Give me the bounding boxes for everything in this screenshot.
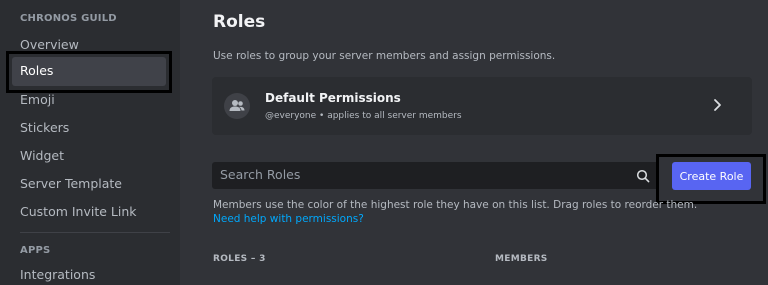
sidebar-item-integrations[interactable]: Integrations: [20, 267, 95, 282]
roles-annotation-box: [6, 51, 172, 93]
search-roles-input[interactable]: Search Roles: [212, 162, 659, 189]
guild-name-header: CHRONOS GUILD: [20, 13, 117, 24]
search-icon[interactable]: [636, 168, 650, 183]
members-icon: [224, 93, 250, 119]
apps-section-header: APPS: [20, 245, 51, 256]
members-column-header: MEMBERS: [495, 254, 548, 264]
sidebar-item-overview[interactable]: Overview: [20, 37, 79, 52]
help-permissions-link[interactable]: Need help with permissions?: [213, 213, 364, 225]
sidebar-item-emoji[interactable]: Emoji: [20, 92, 55, 107]
default-permissions-subtitle: @everyone • applies to all server member…: [265, 111, 462, 121]
roles-settings-panel: Roles Use roles to group your server mem…: [180, 0, 768, 285]
search-placeholder: Search Roles: [220, 167, 301, 182]
page-subtitle: Use roles to group your server members a…: [213, 50, 556, 62]
sidebar-item-custom-invite-link[interactable]: Custom Invite Link: [20, 204, 137, 219]
sidebar-divider: [20, 232, 170, 233]
page-title: Roles: [213, 12, 266, 32]
sidebar-item-widget[interactable]: Widget: [20, 148, 64, 163]
create-role-button[interactable]: Create Role: [672, 162, 751, 190]
default-permissions-title: Default Permissions: [265, 91, 401, 105]
roles-column-header: ROLES – 3: [213, 254, 266, 264]
default-permissions-card[interactable]: Default Permissions @everyone • applies …: [212, 77, 752, 135]
settings-sidebar: CHRONOS GUILD Overview Roles Emoji Stick…: [0, 0, 180, 285]
help-text-body: Members use the color of the highest rol…: [213, 199, 698, 211]
sidebar-item-stickers[interactable]: Stickers: [20, 120, 69, 135]
sidebar-item-server-template[interactable]: Server Template: [20, 176, 122, 191]
roles-help-text: Members use the color of the highest rol…: [213, 198, 713, 226]
chevron-right-icon: [710, 95, 726, 115]
